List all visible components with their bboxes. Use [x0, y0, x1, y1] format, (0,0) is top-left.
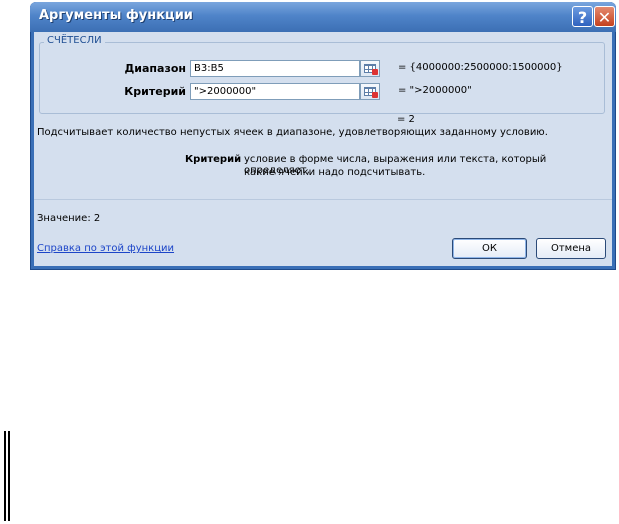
range-result: = {4000000:2500000:1500000}: [398, 62, 563, 73]
range-select-icon-dot: [372, 92, 378, 98]
question-icon: ?: [577, 8, 588, 27]
close-button[interactable]: ✕: [594, 6, 615, 27]
criteria-select-button[interactable]: [360, 83, 380, 100]
criteria-input[interactable]: ">2000000": [190, 83, 360, 100]
cancel-button[interactable]: Отмена: [536, 238, 606, 259]
range-input[interactable]: B3:B5: [190, 60, 360, 77]
dialog-title: Аргументы функции: [39, 8, 193, 23]
function-help-link[interactable]: Справка по этой функции: [37, 243, 174, 254]
title-bar[interactable]: Аргументы функции ? ✕: [30, 2, 616, 32]
range-select-icon-dot: [372, 69, 378, 75]
function-description: Подсчитывает количество непустых ячеек в…: [37, 127, 548, 138]
function-group: СЧЁТЕСЛИ Диапазон B3:B5 = {4000000:25000…: [39, 35, 605, 114]
help-button[interactable]: ?: [572, 6, 593, 27]
function-name: СЧЁТЕСЛИ: [44, 35, 105, 46]
left-border-line: [8, 431, 10, 521]
ok-button[interactable]: ОК: [452, 238, 527, 259]
separator: [34, 199, 612, 200]
argument-help-name: Критерий: [185, 154, 242, 165]
close-icon: ✕: [597, 8, 612, 27]
argument-help-line2: какие ячейки надо подсчитывать.: [244, 167, 426, 178]
arg-label-criteria: Критерий: [124, 85, 186, 98]
formula-result: = 2: [397, 114, 415, 125]
function-arguments-dialog: Аргументы функции ? ✕ СЧЁТЕСЛИ Диапазон …: [30, 2, 616, 270]
left-border-line: [4, 431, 6, 521]
arg-label-range: Диапазон: [124, 62, 187, 75]
value-label: Значение: 2: [37, 213, 101, 224]
dialog-body: СЧЁТЕСЛИ Диапазон B3:B5 = {4000000:25000…: [34, 32, 612, 266]
criteria-result: = ">2000000": [398, 85, 472, 96]
range-select-button[interactable]: [360, 60, 380, 77]
